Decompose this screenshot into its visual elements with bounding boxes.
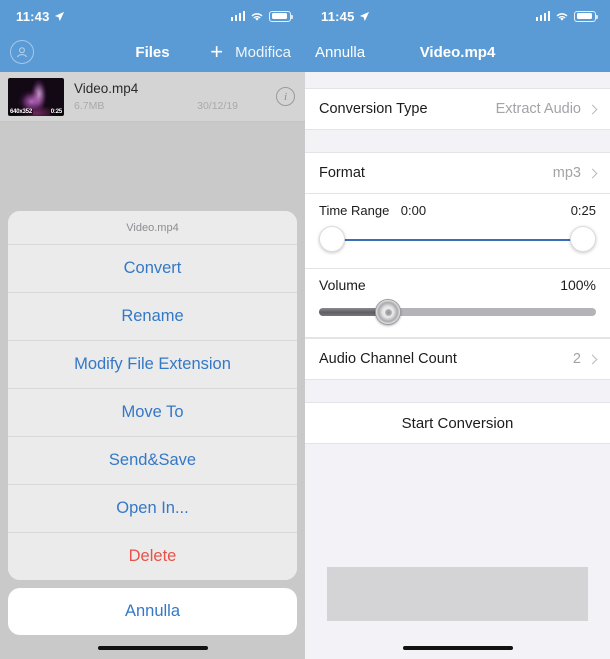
- time-range-thumb-start[interactable]: [319, 226, 345, 252]
- right-screen-conversion-settings: 11:45 Annulla Video.mp4 Conversion Type …: [305, 0, 610, 659]
- chevron-right-icon: [587, 104, 598, 114]
- section-spacer: [305, 72, 610, 88]
- nav-right-actions: + Modifica: [210, 41, 291, 63]
- action-sheet-item-move-to[interactable]: Move To: [8, 389, 297, 437]
- status-time-label: 11:43: [16, 8, 50, 24]
- video-thumbnail: 640x352 0:25: [8, 77, 64, 116]
- volume-value: 100%: [560, 277, 596, 293]
- file-size: 6.7MB: [74, 100, 105, 112]
- action-sheet: Video.mp4 Convert Rename Modify File Ext…: [8, 211, 297, 635]
- audio-channel-count-value: 2: [572, 351, 581, 367]
- action-sheet-item-send-and-save[interactable]: Send&Save: [8, 437, 297, 485]
- cellular-signal-icon: [230, 11, 245, 21]
- audio-channel-count-label: Audio Channel Count: [319, 351, 457, 367]
- battery-icon: [574, 10, 598, 22]
- row-time-range: Time Range 0:00 0:25: [305, 194, 610, 269]
- chevron-right-icon: [587, 354, 598, 364]
- time-range-label: Time Range: [319, 203, 390, 218]
- volume-header: Volume 100%: [319, 277, 596, 293]
- thumbnail-duration-badge: 0:25: [49, 108, 63, 115]
- row-format[interactable]: Format mp3: [305, 152, 610, 194]
- time-range-start-value: 0:00: [400, 203, 427, 218]
- wifi-icon: [556, 12, 568, 21]
- action-sheet-item-convert[interactable]: Convert: [8, 245, 297, 293]
- location-arrow-icon: [54, 11, 64, 21]
- action-sheet-item-delete[interactable]: Delete: [8, 533, 297, 580]
- section-spacer: [305, 380, 610, 402]
- action-sheet-item-modify-file-extension[interactable]: Modify File Extension: [8, 341, 297, 389]
- row-conversion-type[interactable]: Conversion Type Extract Audio: [305, 88, 610, 130]
- home-indicator: [402, 646, 513, 650]
- format-value: mp3: [552, 165, 581, 181]
- status-bar-time-group: 11:43: [16, 9, 65, 24]
- time-range-thumb-end[interactable]: [570, 226, 596, 252]
- status-bar: 11:45: [305, 0, 610, 32]
- status-bar: 11:43: [0, 0, 305, 32]
- status-time-label: 11:45: [321, 8, 355, 24]
- volume-slider[interactable]: [319, 299, 596, 325]
- navigation-bar: Files + Modifica: [0, 32, 305, 72]
- left-screen-files: 11:43 Files + Modifica 640x352 0:25 Vide…: [0, 0, 305, 659]
- ad-placeholder: [327, 567, 588, 621]
- file-name: Video.mp4: [74, 81, 139, 96]
- format-value-group: mp3: [552, 165, 598, 181]
- location-arrow-icon: [359, 11, 369, 21]
- home-indicator: [97, 646, 208, 650]
- conversion-type-value-group: Extract Audio: [495, 101, 598, 117]
- status-bar-time-group: 11:45: [321, 9, 370, 24]
- status-bar-icons: [230, 10, 293, 22]
- chevron-right-icon: [587, 168, 598, 178]
- file-subtitle: 6.7MB 30/12/19: [74, 100, 266, 112]
- start-conversion-button[interactable]: Start Conversion: [305, 402, 610, 444]
- time-range-label-group: Time Range 0:00: [319, 202, 426, 220]
- audio-channel-count-value-group: 2: [572, 351, 598, 367]
- section-spacer: [305, 130, 610, 152]
- cellular-signal-icon: [535, 11, 550, 21]
- wifi-icon: [251, 12, 263, 21]
- status-bar-icons: [535, 10, 598, 22]
- start-conversion-label: Start Conversion: [401, 414, 514, 432]
- action-sheet-group: Video.mp4 Convert Rename Modify File Ext…: [8, 211, 297, 580]
- battery-icon: [269, 10, 293, 22]
- conversion-type-label: Conversion Type: [319, 101, 428, 117]
- row-volume: Volume 100%: [305, 269, 610, 338]
- time-range-end-value: 0:25: [570, 203, 596, 218]
- action-sheet-item-open-in[interactable]: Open In...: [8, 485, 297, 533]
- navigation-bar: Annulla Video.mp4: [305, 32, 610, 72]
- thumbnail-resolution-badge: 640x352: [9, 108, 33, 115]
- file-meta: Video.mp4 6.7MB 30/12/19: [74, 81, 266, 112]
- account-circle-icon[interactable]: [10, 40, 34, 64]
- format-label: Format: [319, 165, 365, 181]
- back-button[interactable]: Annulla: [315, 44, 365, 61]
- time-range-slider[interactable]: [319, 222, 596, 256]
- action-sheet-title: Video.mp4: [8, 211, 297, 245]
- file-list: 640x352 0:25 Video.mp4 6.7MB 30/12/19 i: [0, 72, 305, 122]
- time-range-track: [333, 239, 582, 241]
- volume-slider-thumb[interactable]: [375, 299, 402, 325]
- file-date: 30/12/19: [197, 100, 238, 112]
- volume-label: Volume: [319, 277, 366, 293]
- plus-icon[interactable]: +: [210, 41, 223, 63]
- conversion-type-value: Extract Audio: [495, 101, 581, 117]
- dual-screenshot-container: 11:43 Files + Modifica 640x352 0:25 Vide…: [0, 0, 610, 659]
- cancel-button[interactable]: Annulla: [8, 588, 297, 635]
- info-circle-icon[interactable]: i: [276, 87, 295, 106]
- row-audio-channel-count[interactable]: Audio Channel Count 2: [305, 338, 610, 380]
- time-range-header: Time Range 0:00 0:25: [319, 202, 596, 220]
- edit-button[interactable]: Modifica: [235, 44, 291, 61]
- list-item[interactable]: 640x352 0:25 Video.mp4 6.7MB 30/12/19 i: [0, 72, 305, 122]
- action-sheet-item-rename[interactable]: Rename: [8, 293, 297, 341]
